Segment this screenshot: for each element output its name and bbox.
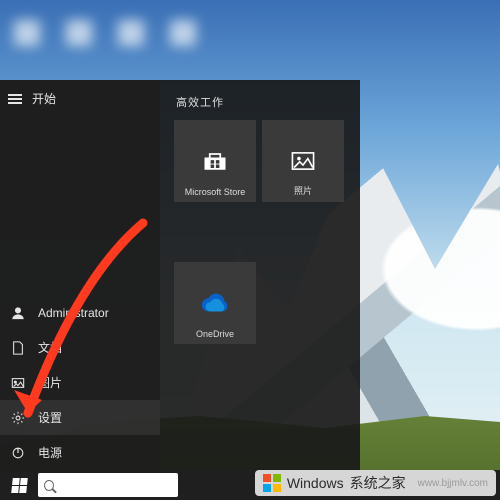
- store-icon: [200, 146, 230, 176]
- rail-item-label: 图片: [38, 374, 62, 391]
- taskbar-search[interactable]: [38, 473, 178, 497]
- start-menu-title: 开始: [32, 90, 56, 107]
- start-menu-tiles-pane: 高效工作 Microsoft Store 照片: [160, 80, 360, 470]
- tile-photos[interactable]: 照片: [262, 120, 344, 202]
- tile-label: OneDrive: [174, 329, 256, 339]
- rail-item-power[interactable]: 电源: [0, 435, 160, 470]
- tile-label: 照片: [262, 184, 344, 197]
- watermark-brand: Windows: [287, 475, 344, 491]
- site-watermark: Windows 系统之家 www.bjjmlv.com: [255, 470, 496, 496]
- rail-item-documents[interactable]: 文档: [0, 330, 160, 365]
- search-input[interactable]: [60, 479, 172, 491]
- pictures-icon: [10, 375, 26, 391]
- start-menu-header[interactable]: 开始: [0, 80, 160, 113]
- tile-label: Microsoft Store: [174, 187, 256, 197]
- hamburger-icon: [8, 94, 22, 104]
- rail-item-label: 设置: [38, 409, 62, 426]
- search-icon: [44, 480, 54, 491]
- tile-microsoft-store[interactable]: Microsoft Store: [174, 120, 256, 202]
- rail-item-user[interactable]: Administrator: [0, 296, 160, 330]
- rail-item-label: 文档: [38, 339, 62, 356]
- rail-item-label: 电源: [38, 444, 62, 461]
- desktop-wallpaper: 开始 Administrator 文档 图片: [0, 0, 500, 500]
- watermark-url: www.bjjmlv.com: [418, 478, 488, 489]
- desktop-icons-blurred: [14, 20, 196, 46]
- rail-item-label: Administrator: [38, 306, 109, 320]
- onedrive-icon: [200, 288, 230, 318]
- watermark-site: 系统之家: [350, 473, 406, 493]
- power-icon: [10, 445, 26, 461]
- start-menu: 开始 Administrator 文档 图片: [0, 80, 360, 470]
- photos-icon: [288, 146, 318, 176]
- windows-logo-color-icon: [263, 474, 281, 492]
- rail-item-settings[interactable]: 设置: [0, 400, 160, 435]
- tile-onedrive[interactable]: OneDrive: [174, 262, 256, 344]
- rail-item-pictures[interactable]: 图片: [0, 365, 160, 400]
- start-menu-left-rail: 开始 Administrator 文档 图片: [0, 80, 160, 470]
- user-icon: [10, 305, 26, 321]
- document-icon: [10, 340, 26, 356]
- tile-group-label[interactable]: 高效工作: [176, 94, 346, 110]
- windows-logo-icon: [11, 478, 28, 493]
- gear-icon: [10, 410, 26, 426]
- start-button[interactable]: [4, 470, 34, 500]
